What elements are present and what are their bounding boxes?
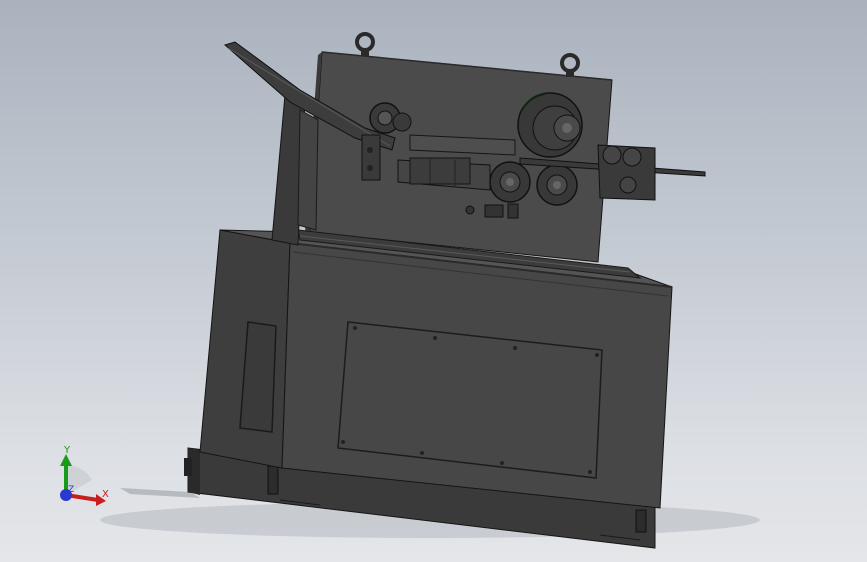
graphics-viewport[interactable]: Y X Z: [0, 0, 867, 562]
coordinate-triad: Y X Z: [40, 440, 120, 520]
lifting-eye-left: [355, 32, 375, 56]
machine-model[interactable]: [0, 0, 867, 562]
x-axis-label: X: [102, 489, 109, 500]
upper-housing: [297, 32, 642, 279]
lifting-eye-right: [560, 53, 580, 77]
y-axis-label: Y: [64, 445, 71, 456]
z-axis-label: Z: [68, 485, 75, 495]
triad-graphic: [60, 454, 106, 506]
